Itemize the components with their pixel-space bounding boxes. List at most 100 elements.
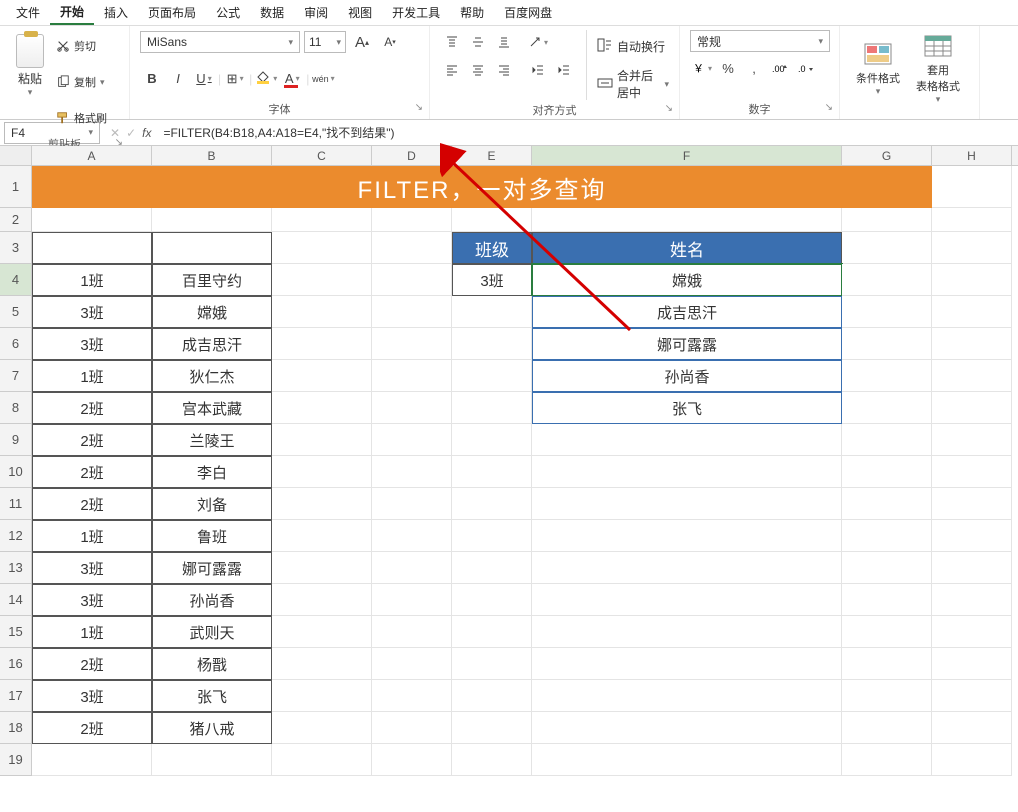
table-cell[interactable]: 张飞 bbox=[152, 680, 272, 712]
table-cell[interactable]: 3班 bbox=[32, 584, 152, 616]
cell[interactable] bbox=[932, 488, 1012, 520]
cell[interactable] bbox=[532, 584, 842, 616]
cell[interactable] bbox=[532, 456, 842, 488]
table-cell[interactable]: 2班 bbox=[32, 648, 152, 680]
table-cell[interactable]: 1班 bbox=[32, 616, 152, 648]
menu-baidu-netdisk[interactable]: 百度网盘 bbox=[494, 1, 562, 24]
cell[interactable] bbox=[932, 392, 1012, 424]
cell[interactable] bbox=[932, 360, 1012, 392]
table-cell[interactable]: 武则天 bbox=[152, 616, 272, 648]
cell[interactable] bbox=[932, 166, 1012, 208]
cell[interactable] bbox=[452, 208, 532, 232]
cell[interactable] bbox=[272, 296, 372, 328]
cell[interactable] bbox=[532, 424, 842, 456]
cell[interactable] bbox=[452, 552, 532, 584]
number-format-select[interactable]: 常规 ▾ bbox=[690, 30, 830, 52]
table-cell[interactable]: 狄仁杰 bbox=[152, 360, 272, 392]
cell[interactable] bbox=[372, 328, 452, 360]
row-header-3[interactable]: 3 bbox=[0, 232, 32, 264]
paste-dropdown-icon[interactable]: ▾ bbox=[28, 87, 33, 98]
title-merged-cell[interactable]: FILTER，一对多查询 bbox=[32, 166, 932, 208]
right-table-header-class[interactable]: 班级 bbox=[452, 232, 532, 264]
copy-button[interactable]: 复制 ▾ bbox=[56, 66, 107, 98]
cell[interactable] bbox=[532, 680, 842, 712]
cell[interactable] bbox=[452, 648, 532, 680]
increase-decimal-button[interactable]: .00 bbox=[768, 56, 792, 80]
table-cell[interactable]: 宫本武藏 bbox=[152, 392, 272, 424]
table-cell[interactable]: 3班 bbox=[32, 680, 152, 712]
formula-input[interactable]: =FILTER(B4:B18,A4:A18=E4,"找不到结果") bbox=[157, 122, 1018, 144]
table-cell[interactable]: 2班 bbox=[32, 424, 152, 456]
decrease-indent-button[interactable] bbox=[526, 58, 550, 82]
wrap-text-button[interactable]: 自动换行 bbox=[597, 30, 669, 62]
cell[interactable] bbox=[272, 744, 372, 776]
cell[interactable] bbox=[532, 520, 842, 552]
col-header-G[interactable]: G bbox=[842, 146, 932, 165]
table-cell[interactable]: 1班 bbox=[32, 264, 152, 296]
table-cell[interactable]: 百里守约 bbox=[152, 264, 272, 296]
table-cell[interactable]: 兰陵王 bbox=[152, 424, 272, 456]
col-header-C[interactable]: C bbox=[272, 146, 372, 165]
cell[interactable] bbox=[372, 296, 452, 328]
cell[interactable] bbox=[932, 424, 1012, 456]
italic-button[interactable]: I bbox=[166, 67, 190, 91]
cell[interactable] bbox=[372, 456, 452, 488]
underline-button[interactable]: U▾ bbox=[192, 67, 216, 91]
align-top-button[interactable] bbox=[440, 30, 464, 54]
menu-review[interactable]: 审阅 bbox=[294, 1, 338, 24]
cell[interactable] bbox=[272, 712, 372, 744]
col-header-B[interactable]: B bbox=[152, 146, 272, 165]
row-header-12[interactable]: 12 bbox=[0, 520, 32, 552]
cell[interactable] bbox=[452, 488, 532, 520]
cell[interactable] bbox=[842, 296, 932, 328]
col-header-E[interactable]: E bbox=[452, 146, 532, 165]
select-all-corner[interactable] bbox=[0, 146, 32, 165]
cell[interactable] bbox=[842, 392, 932, 424]
cell[interactable] bbox=[452, 712, 532, 744]
cell[interactable] bbox=[372, 424, 452, 456]
cell[interactable] bbox=[152, 208, 272, 232]
cell[interactable] bbox=[842, 648, 932, 680]
cell[interactable] bbox=[842, 208, 932, 232]
table-cell[interactable]: 2班 bbox=[32, 456, 152, 488]
orientation-button[interactable]: ▾ bbox=[526, 30, 550, 54]
align-center-button[interactable] bbox=[466, 58, 490, 82]
row-header-6[interactable]: 6 bbox=[0, 328, 32, 360]
table-cell[interactable]: 猪八戒 bbox=[152, 712, 272, 744]
table-cell[interactable]: 鲁班 bbox=[152, 520, 272, 552]
table-cell[interactable]: 李白 bbox=[152, 456, 272, 488]
cell[interactable] bbox=[372, 264, 452, 296]
spill-cell[interactable]: 娜可露露 bbox=[532, 328, 842, 360]
menu-home[interactable]: 开始 bbox=[50, 0, 94, 25]
spill-cell[interactable]: 孙尚香 bbox=[532, 360, 842, 392]
cell[interactable] bbox=[272, 648, 372, 680]
cell[interactable] bbox=[932, 744, 1012, 776]
row-header-2[interactable]: 2 bbox=[0, 208, 32, 232]
fill-color-button[interactable]: ▾ bbox=[254, 67, 278, 91]
left-table-header-class[interactable]: 班级 bbox=[32, 232, 152, 264]
cell[interactable] bbox=[32, 208, 152, 232]
col-header-A[interactable]: A bbox=[32, 146, 152, 165]
phonetic-button[interactable]: wén▾ bbox=[311, 67, 335, 91]
cell[interactable] bbox=[372, 392, 452, 424]
menu-formulas[interactable]: 公式 bbox=[206, 1, 250, 24]
col-header-F[interactable]: F bbox=[532, 146, 842, 165]
cell[interactable] bbox=[842, 552, 932, 584]
cell[interactable] bbox=[532, 712, 842, 744]
cell[interactable] bbox=[272, 392, 372, 424]
cell[interactable] bbox=[372, 360, 452, 392]
cell[interactable] bbox=[452, 424, 532, 456]
cell[interactable] bbox=[272, 520, 372, 552]
cell[interactable] bbox=[932, 584, 1012, 616]
menu-help[interactable]: 帮助 bbox=[450, 1, 494, 24]
decrease-font-size-button[interactable]: A▾ bbox=[378, 30, 402, 54]
align-left-button[interactable] bbox=[440, 58, 464, 82]
font-name-select[interactable]: MiSans ▾ bbox=[140, 31, 300, 53]
row-header-1[interactable]: 1 bbox=[0, 166, 32, 208]
increase-indent-button[interactable] bbox=[552, 58, 576, 82]
cell[interactable] bbox=[532, 648, 842, 680]
cell[interactable] bbox=[842, 680, 932, 712]
font-launcher-icon[interactable]: ↘ bbox=[415, 102, 423, 113]
cell[interactable] bbox=[272, 584, 372, 616]
cell[interactable] bbox=[32, 744, 152, 776]
